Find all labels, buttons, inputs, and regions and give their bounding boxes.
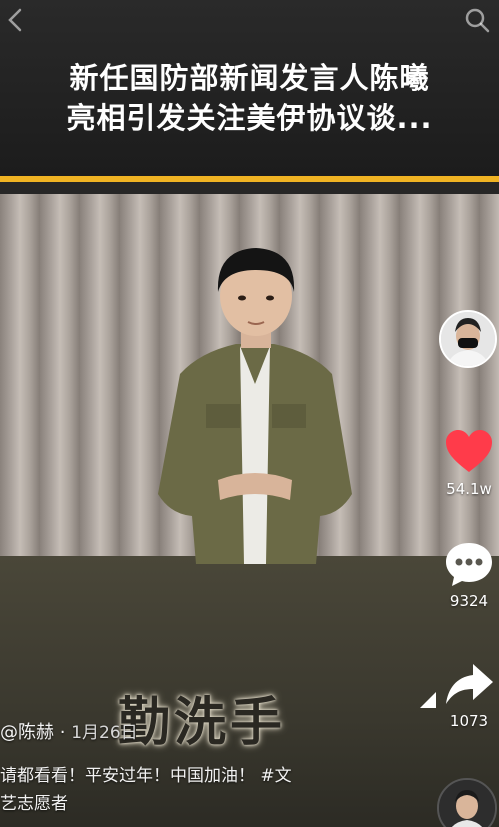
meta-separator: · bbox=[59, 722, 72, 743]
page-title: 新任国防部新闻发言人陈曦 亮相引发关注美伊协议谈... bbox=[0, 58, 499, 138]
share-arrow-icon bbox=[446, 664, 493, 704]
collapse-triangle-icon[interactable] bbox=[420, 692, 436, 708]
news-header: 新任国防部新闻发言人陈曦 亮相引发关注美伊协议谈... bbox=[0, 0, 499, 176]
video-description: 请都看看！平安过年！中国加油！ #文 艺志愿者 bbox=[0, 762, 430, 818]
comment-button[interactable]: 9324 bbox=[439, 538, 499, 610]
creator-avatar[interactable] bbox=[439, 310, 497, 368]
person-in-jacket-image bbox=[158, 248, 352, 564]
avatar-image bbox=[439, 780, 495, 827]
search-icon[interactable] bbox=[463, 6, 491, 34]
like-button[interactable]: 54.1w bbox=[439, 426, 499, 498]
video-player[interactable]: 54.1w 9324 1073 勤洗手 @陈赫 · 1月26日 请都看看！平安过… bbox=[0, 194, 499, 827]
video-overlay-caption: 勤洗手 bbox=[118, 693, 287, 753]
like-count: 54.1w bbox=[446, 480, 492, 498]
comment-count: 9324 bbox=[449, 592, 489, 610]
video-meta: @陈赫 · 1月26日 bbox=[0, 718, 138, 744]
comment-bubble-icon bbox=[446, 543, 492, 586]
spacer bbox=[0, 182, 499, 194]
avatar-image bbox=[441, 312, 495, 366]
chevron-left-icon[interactable] bbox=[2, 6, 30, 34]
post-date: 1月26日 bbox=[71, 723, 138, 743]
share-button[interactable]: 1073 bbox=[439, 658, 499, 730]
author-name[interactable]: @陈赫 bbox=[0, 722, 54, 743]
heart-icon bbox=[446, 430, 492, 472]
headline-line-1: 新任国防部新闻发言人陈曦 bbox=[69, 61, 430, 95]
description-line-1: 请都看看！平安过年！中国加油！ #文 bbox=[0, 766, 292, 786]
share-count: 1073 bbox=[449, 712, 489, 730]
headline-line-2: 亮相引发关注美伊协议谈... bbox=[66, 101, 433, 135]
description-line-2: 艺志愿者 bbox=[0, 794, 68, 814]
